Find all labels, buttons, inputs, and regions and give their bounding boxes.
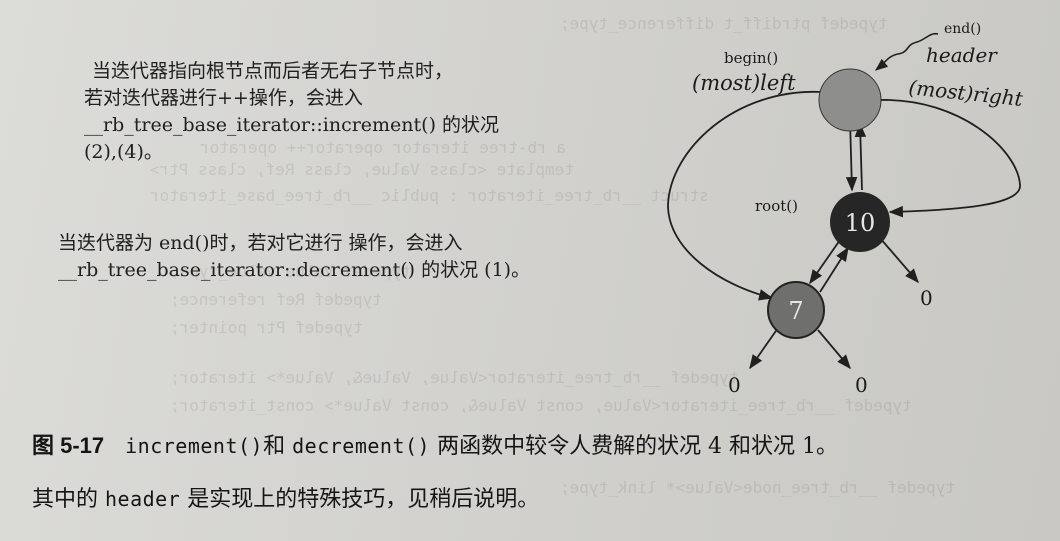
null-label: 0 [920, 286, 933, 310]
header-left-link [667, 91, 823, 301]
header-node [818, 68, 882, 132]
leftmost-label: (most)left [692, 71, 796, 95]
caption-text-2a: 其中的 [32, 487, 99, 512]
null-label: 0 [728, 373, 741, 397]
header-right-link [879, 99, 1021, 218]
root-right-null-link [879, 237, 919, 284]
null-label: 0 [855, 373, 868, 397]
caption-line-1: 图 5-17 increment()和 decrement() 两函数中较令人费… [32, 424, 838, 469]
left-left-null-link [749, 327, 779, 370]
left-node-value: 7 [788, 297, 803, 325]
root-to-left-link [809, 239, 841, 285]
caption-and: 和 [263, 434, 286, 459]
rightmost-label: (most)right [907, 75, 1024, 111]
end-label: end() [944, 21, 981, 37]
caption-header-code: header [105, 487, 181, 511]
caption-text-2b: 是实现上的特殊技巧，见稍后说明。 [187, 487, 540, 512]
caption-text-1: 两函数中较令人费解的状况 4 和状况 1。 [437, 434, 839, 459]
figure-caption: 图 5-17 increment()和 decrement() 两函数中较令人费… [32, 424, 838, 522]
root-node-value: 10 [845, 209, 876, 237]
decrement-fn: decrement() [292, 434, 431, 458]
increment-fn: increment() [125, 434, 264, 458]
begin-label: begin() [724, 49, 778, 67]
root-to-header-link [854, 122, 867, 191]
caption-line-2: 其中的 header 是实现上的特殊技巧，见稍后说明。 [32, 477, 838, 522]
left-to-root-link [819, 246, 849, 293]
left-right-null-link [817, 329, 851, 370]
figure-number: 图 5-17 [32, 433, 105, 458]
header-label: header [926, 43, 998, 67]
root-label: root() [755, 197, 798, 215]
